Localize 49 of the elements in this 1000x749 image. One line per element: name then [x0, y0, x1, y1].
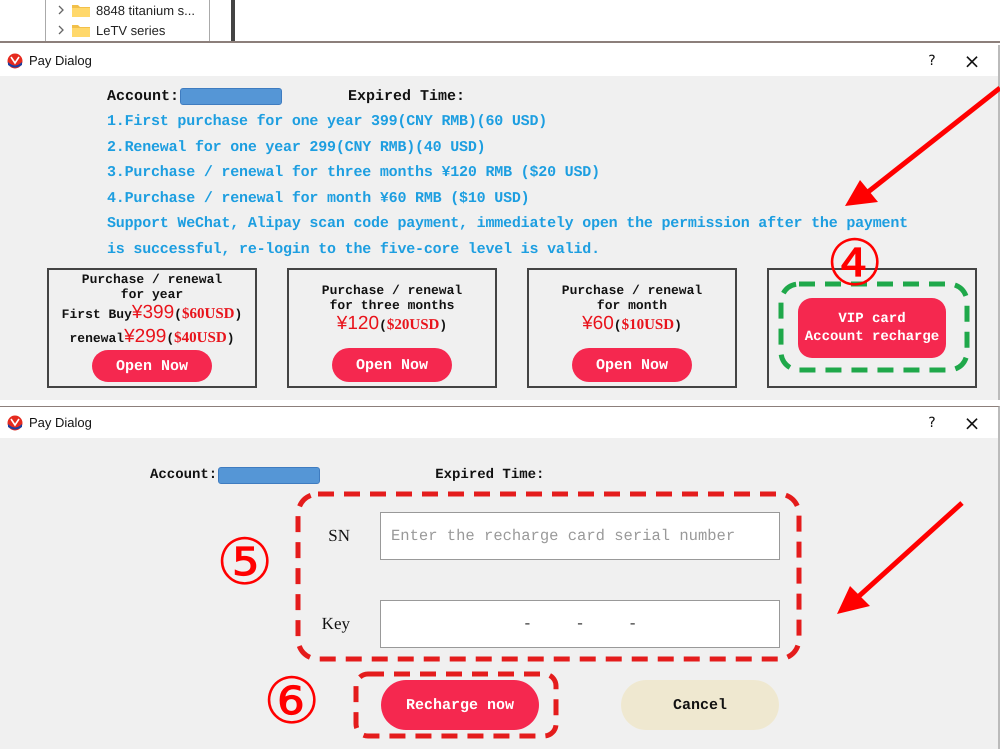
arrow-icon: [837, 501, 964, 614]
price-text: First Buy¥399($60USD): [62, 302, 242, 325]
field-label: SN: [328, 526, 350, 546]
expired-time-label: Expired Time:: [435, 467, 544, 483]
price-text: ¥60($10USD): [582, 313, 682, 336]
help-button[interactable]: ?: [912, 408, 952, 436]
expired-time-label: Expired Time:: [348, 88, 466, 104]
open-now-button[interactable]: Open Now: [332, 348, 452, 382]
app-logo-icon: [7, 414, 23, 430]
info-text: 2.Renewal for one year 299(CNY RMB)(40 USD): [107, 138, 486, 158]
info-text: 4.Purchase / renewal for month ¥60 RMB ($10 USD): [107, 188, 530, 208]
account-label: Account:: [107, 88, 180, 104]
plan-title: for three months: [330, 298, 454, 313]
app-logo-icon: [7, 52, 23, 68]
help-button[interactable]: ?: [912, 46, 952, 74]
plan-title: Purchase / renewal: [562, 283, 702, 298]
folder-label[interactable]: LeTV series: [96, 22, 166, 38]
info-text: 1.First purchase for one year 399(CNY RMB)(60 USD): [107, 112, 548, 132]
window-title: Pay Dialog: [29, 415, 93, 430]
price-text: renewal¥299($40USD): [69, 326, 234, 349]
close-button[interactable]: ×: [952, 46, 992, 74]
arrow-icon: [845, 86, 1000, 206]
vip-recharge-button[interactable]: VIP card Account recharge: [798, 298, 946, 358]
step-number: ⑤: [216, 533, 274, 593]
input-field[interactable]: - - -: [380, 600, 780, 648]
folder-icon: [72, 24, 90, 36]
folder-icon: [72, 4, 90, 16]
window-title: Pay Dialog: [29, 53, 93, 68]
plan-title: for month: [596, 298, 668, 313]
info-text: is successful, re-login to the five-core level is valid.: [107, 240, 600, 260]
price-text: ¥120($20USD): [336, 313, 448, 336]
open-now-button[interactable]: Open Now: [92, 350, 212, 382]
plan-title: Purchase / renewal: [322, 283, 462, 298]
field-label: Key: [322, 614, 350, 634]
open-now-button[interactable]: Open Now: [572, 348, 692, 382]
step-number: ⑥: [263, 672, 320, 732]
input-field[interactable]: Enter the recharge card serial number: [380, 512, 780, 560]
plan-title: for year: [120, 287, 184, 302]
scroll-bar: [231, 0, 235, 41]
info-text: Support WeChat, Alipay scan code payment, immediately open the permission after the payment: [107, 214, 908, 234]
recharge-button[interactable]: Recharge now: [381, 680, 539, 730]
plan-title: Purchase / renewal: [82, 272, 222, 287]
info-text: 3.Purchase / renewal for three months ¥120 RMB ($20 USD): [107, 163, 600, 183]
folder-label[interactable]: 8848 titanium s...: [96, 2, 195, 18]
chevron-icon[interactable]: [56, 25, 66, 35]
close-button[interactable]: ×: [952, 408, 992, 436]
chevron-icon[interactable]: [56, 5, 66, 15]
account-label: Account:: [150, 467, 218, 483]
cancel-button[interactable]: Cancel: [621, 680, 779, 730]
